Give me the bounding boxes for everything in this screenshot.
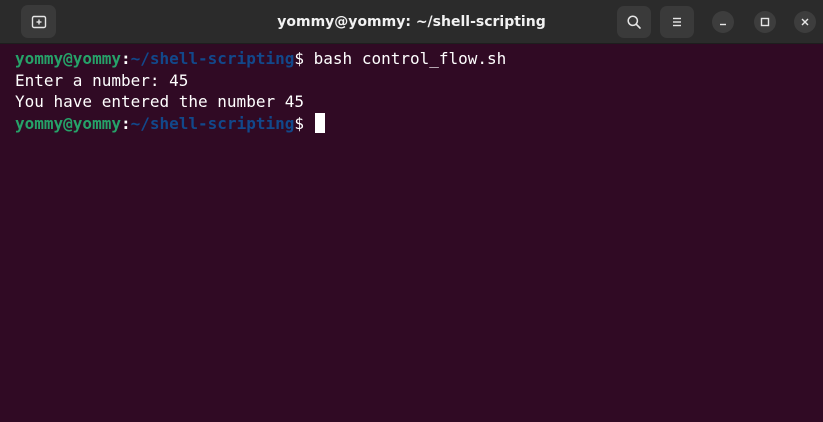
new-tab-icon	[31, 15, 46, 28]
close-icon	[801, 18, 809, 26]
prompt-path: ~/shell-scripting	[130, 113, 295, 133]
command-text: bash control_flow.sh	[304, 49, 507, 68]
search-button[interactable]	[617, 6, 651, 38]
close-button[interactable]	[794, 11, 816, 33]
prompt-symbol: $	[294, 113, 305, 133]
output-line: You have entered the number 45	[15, 92, 304, 111]
terminal-output-area[interactable]: yommy@yommy:~/shell-scripting$ bash cont…	[0, 44, 823, 422]
title-bar[interactable]: yommy@yommy: ~/shell-scripting	[0, 0, 823, 44]
maximize-icon	[760, 17, 770, 27]
prompt-path: ~/shell-scripting	[130, 49, 295, 68]
active-prompt-line[interactable]: yommy@yommy:~/shell-scripting$	[15, 112, 823, 135]
prompt-colon: :	[120, 49, 131, 68]
terminal-window: yommy@yommy: ~/shell-scripting yommy@yom…	[0, 0, 823, 422]
new-tab-button[interactable]	[21, 5, 56, 38]
minimize-icon	[720, 23, 726, 26]
prompt-user: yommy@yommy	[15, 49, 121, 68]
text-cursor	[314, 112, 325, 133]
window-title: yommy@yommy: ~/shell-scripting	[277, 14, 546, 30]
prompt-user: yommy@yommy	[15, 113, 121, 133]
prompt-colon: :	[120, 113, 131, 133]
command-line: yommy@yommy:~/shell-scripting$ bash cont…	[15, 48, 823, 70]
menu-button[interactable]	[660, 6, 694, 38]
search-icon	[627, 15, 641, 29]
maximize-button[interactable]	[754, 11, 776, 33]
minimize-button[interactable]	[712, 11, 734, 33]
output-line: Enter a number: 45	[15, 70, 189, 90]
hamburger-menu-icon	[673, 17, 681, 27]
prompt-symbol: $	[294, 49, 305, 68]
